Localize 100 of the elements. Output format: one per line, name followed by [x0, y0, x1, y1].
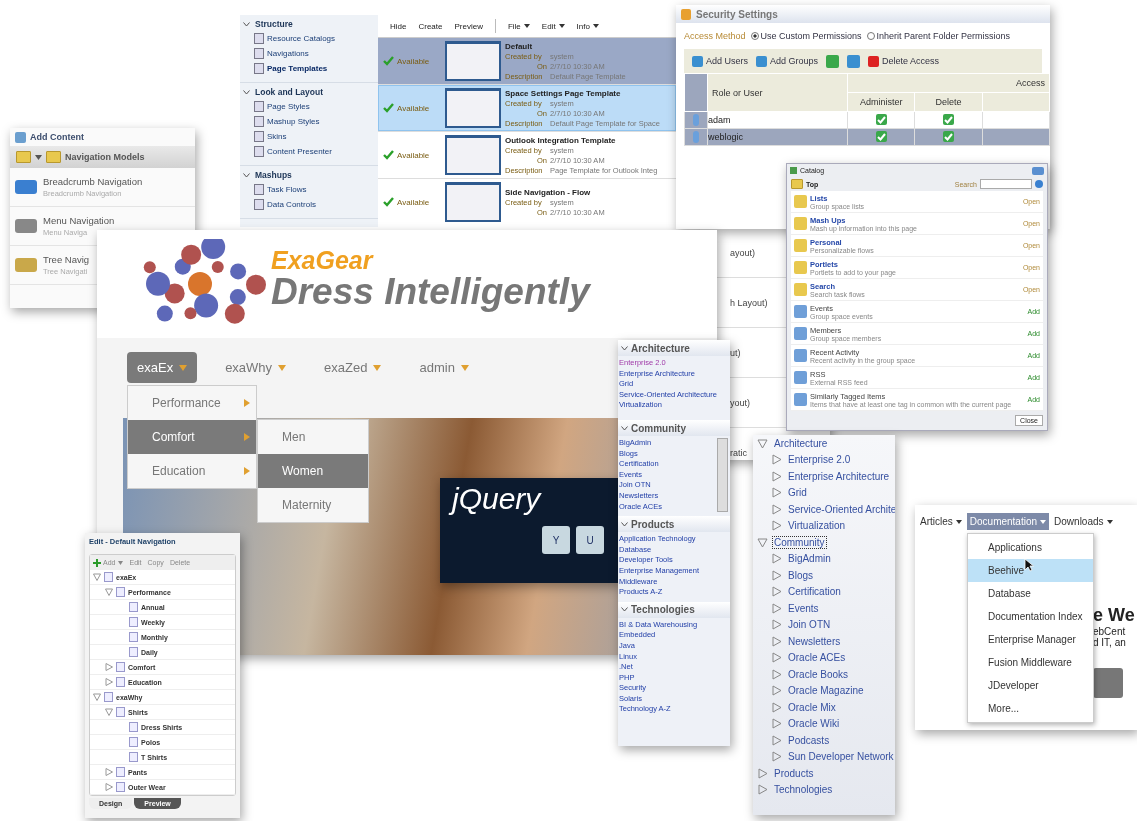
tree-item[interactable]: Oracle Magazine — [787, 685, 865, 697]
section-title[interactable]: Look and Layout — [255, 87, 323, 97]
tree-item[interactable]: Enterprise 2.0 — [787, 454, 852, 466]
menu-item[interactable]: More... — [968, 697, 1093, 720]
toolbar-button[interactable]: File — [507, 21, 530, 31]
tree-item[interactable]: BigAdmin — [787, 553, 832, 565]
sidebar-item[interactable]: Page Styles — [267, 102, 310, 111]
tree-item[interactable]: Oracle Mix — [787, 701, 837, 713]
tree-item[interactable]: Blogs — [787, 569, 814, 581]
expander-icon[interactable] — [757, 784, 768, 796]
menu-item[interactable]: Performance — [128, 386, 256, 420]
expander-icon[interactable] — [771, 652, 782, 664]
expander-icon[interactable] — [105, 708, 113, 716]
caret-icon[interactable] — [35, 154, 42, 160]
expander-icon[interactable] — [771, 668, 782, 680]
expander-icon[interactable] — [771, 520, 782, 532]
expander-icon[interactable] — [105, 678, 113, 686]
expander-icon[interactable] — [771, 685, 782, 697]
menu-item[interactable]: Beehive — [968, 559, 1093, 582]
collapse-icon[interactable] — [621, 607, 628, 613]
expander-icon[interactable] — [757, 437, 768, 449]
section-title[interactable]: Mashups — [255, 170, 292, 180]
expander-icon[interactable] — [771, 454, 782, 466]
expander-icon[interactable] — [771, 701, 782, 713]
menu-item[interactable]: exaZed — [314, 351, 392, 383]
sidebar-item[interactable]: Data Controls — [267, 200, 316, 209]
item-name[interactable]: Breadcrumb Navigation — [43, 176, 143, 187]
sidebar-item[interactable]: Content Presenter — [267, 147, 332, 156]
item-name[interactable]: Tree Navig — [43, 254, 90, 265]
sidebar-item[interactable]: Task Flows — [267, 185, 307, 194]
tree-item[interactable]: Products — [773, 767, 815, 779]
expander-icon[interactable] — [771, 751, 782, 763]
collapse-icon[interactable] — [243, 89, 250, 95]
checkbox[interactable] — [875, 114, 887, 126]
tree-item[interactable]: Service-Oriented Archite — [787, 503, 895, 515]
sidebar-item[interactable]: Skins — [267, 132, 287, 141]
search-field[interactable] — [980, 179, 1032, 189]
expander-icon[interactable] — [771, 734, 782, 746]
expander-icon[interactable] — [771, 635, 782, 647]
expander-icon[interactable] — [771, 569, 782, 581]
expander-icon[interactable] — [771, 619, 782, 631]
expander-icon[interactable] — [771, 718, 782, 730]
checkbox[interactable] — [875, 131, 887, 143]
tree-item[interactable]: Sun Developer Network — [787, 751, 895, 763]
collapse-icon[interactable] — [243, 21, 250, 27]
expander-icon[interactable] — [105, 783, 113, 791]
sidebar-item[interactable]: Navigations — [267, 49, 309, 58]
section-title[interactable]: Structure — [255, 19, 293, 29]
menu-item[interactable]: Men — [258, 420, 368, 454]
toolbar-button[interactable]: Info — [576, 21, 599, 31]
tree-item[interactable]: Technologies — [773, 784, 834, 796]
expander-icon[interactable] — [771, 470, 782, 482]
tree-item[interactable]: Enterprise Architecture — [787, 470, 891, 482]
toolbar-button[interactable]: Preview — [454, 21, 483, 31]
menu-item[interactable]: JDeveloper — [968, 674, 1093, 697]
toolbar-button[interactable]: Create — [418, 21, 443, 31]
tree-item[interactable]: Virtualization — [787, 520, 847, 532]
table-cell[interactable]: adam — [707, 111, 848, 129]
expander-icon[interactable] — [757, 767, 768, 779]
menu-item[interactable]: Enterprise Manager — [968, 628, 1093, 651]
expander-icon[interactable] — [105, 588, 113, 596]
menu-item[interactable]: Database — [968, 582, 1093, 605]
menu-item[interactable]: Maternity — [258, 488, 368, 522]
item-name[interactable]: Menu Navigation — [43, 215, 115, 226]
checkbox[interactable] — [943, 131, 954, 143]
collapse-icon[interactable] — [243, 172, 250, 178]
tree-item[interactable]: Podcasts — [787, 734, 831, 746]
sidebar-item[interactable]: Mashup Styles — [267, 117, 320, 126]
tree-item[interactable]: Newsletters — [787, 635, 842, 647]
menu-tab[interactable]: Articles — [917, 513, 965, 530]
menu-item[interactable]: Documentation Index — [968, 605, 1093, 628]
menu-item[interactable]: Education — [128, 454, 256, 488]
expander-icon[interactable] — [771, 602, 782, 614]
tree-item[interactable]: Community — [773, 536, 826, 548]
expander-icon[interactable] — [771, 586, 782, 598]
radio-option[interactable]: Use Custom Permissions — [750, 31, 862, 41]
collapse-icon[interactable] — [621, 521, 628, 527]
menu-tab[interactable]: Downloads — [1051, 513, 1116, 530]
expander-icon[interactable] — [771, 553, 782, 565]
menu-item[interactable]: admin — [409, 351, 479, 383]
tree-item[interactable]: Events — [787, 602, 820, 614]
tree-item[interactable]: Oracle Wiki — [787, 718, 841, 730]
tree-item[interactable]: Oracle ACEs — [787, 652, 847, 664]
tree-item[interactable]: Join OTN — [787, 619, 832, 631]
tree-item[interactable]: Grid — [787, 487, 808, 499]
collapse-icon[interactable] — [621, 345, 628, 351]
expander-icon[interactable] — [93, 573, 101, 581]
expander-icon[interactable] — [105, 768, 113, 776]
menu-item[interactable]: Applications — [968, 536, 1093, 559]
expander-icon[interactable] — [771, 487, 782, 499]
toolbar-button[interactable]: Add Users — [692, 55, 749, 67]
tree-item[interactable]: Certification — [787, 586, 842, 598]
radio-option[interactable]: Inherit Parent Folder Permissions — [866, 31, 1011, 41]
collapse-icon[interactable] — [621, 425, 628, 431]
toolbar-button[interactable]: Add Groups — [756, 55, 819, 67]
expander-icon[interactable] — [93, 693, 101, 701]
checkbox[interactable] — [943, 114, 954, 126]
sidebar-item[interactable]: Resource Catalogs — [267, 34, 336, 43]
menu-item[interactable]: Women — [258, 454, 368, 488]
menu-item[interactable]: exaWhy — [215, 351, 297, 383]
